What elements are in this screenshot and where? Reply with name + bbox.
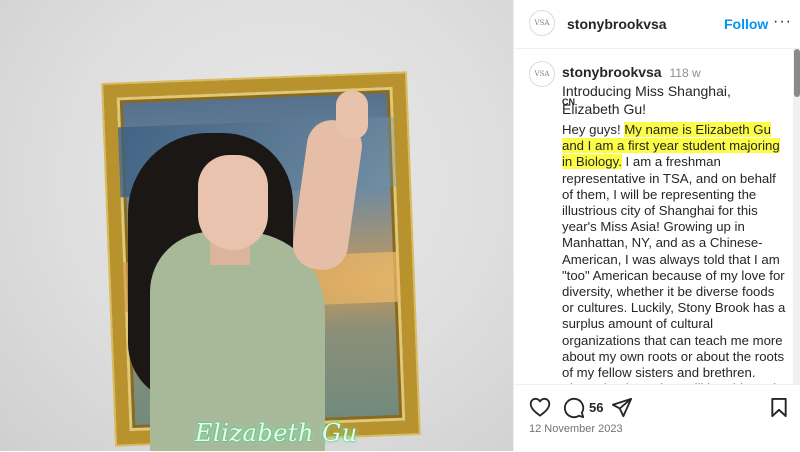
caption-avatar[interactable]: VSA [529,61,555,87]
caption-title: Introducing Miss Shanghai, Elizabeth Gu! [562,83,731,117]
post-side-panel: VSA stonybrookvsa Follow ··· VSA stonybr… [513,0,800,452]
comment-count: 56 [589,400,604,415]
hand [336,91,368,139]
avatar[interactable]: VSA [529,10,555,36]
caption-body: Hey guys! My name is Elizabeth Gu and I … [562,122,787,384]
caption-header: stonybrookvsa 118 w Introducing Miss Sha… [562,63,787,118]
comment-icon[interactable] [563,397,585,424]
paper-plane-icon[interactable] [611,397,633,423]
body-intro: Hey guys! [562,122,625,137]
more-options-icon[interactable]: ··· [773,13,792,31]
post-viewer: Elizabeth Gu VSA stonybrookvsa Follow ··… [0,0,800,452]
image-name-overlay: Elizabeth Gu [195,419,358,447]
caption-username[interactable]: stonybrookvsa [562,64,662,80]
post-image[interactable]: Elizabeth Gu [0,0,513,451]
avatar-label: VSA [534,70,550,78]
body-rest: I am a freshman representative in TSA, a… [562,154,786,384]
time-ago[interactable]: 118 w [669,66,700,80]
action-bar: 56 12 November 2023 [514,384,800,452]
post-header: VSA stonybrookvsa Follow ··· [514,0,800,49]
heart-icon[interactable] [529,397,551,422]
face [198,155,268,250]
avatar-label: VSA [534,19,550,27]
scrollbar[interactable] [793,49,800,384]
caption-tag: CN [562,97,575,107]
bookmark-icon[interactable] [769,397,789,423]
header-username[interactable]: stonybrookvsa [567,16,667,32]
follow-button[interactable]: Follow [724,16,768,32]
caption-scroll-area[interactable]: VSA stonybrookvsa 118 w Introducing Miss… [514,49,800,384]
post-date[interactable]: 12 November 2023 [529,423,623,435]
scrollbar-thumb[interactable] [794,49,800,97]
